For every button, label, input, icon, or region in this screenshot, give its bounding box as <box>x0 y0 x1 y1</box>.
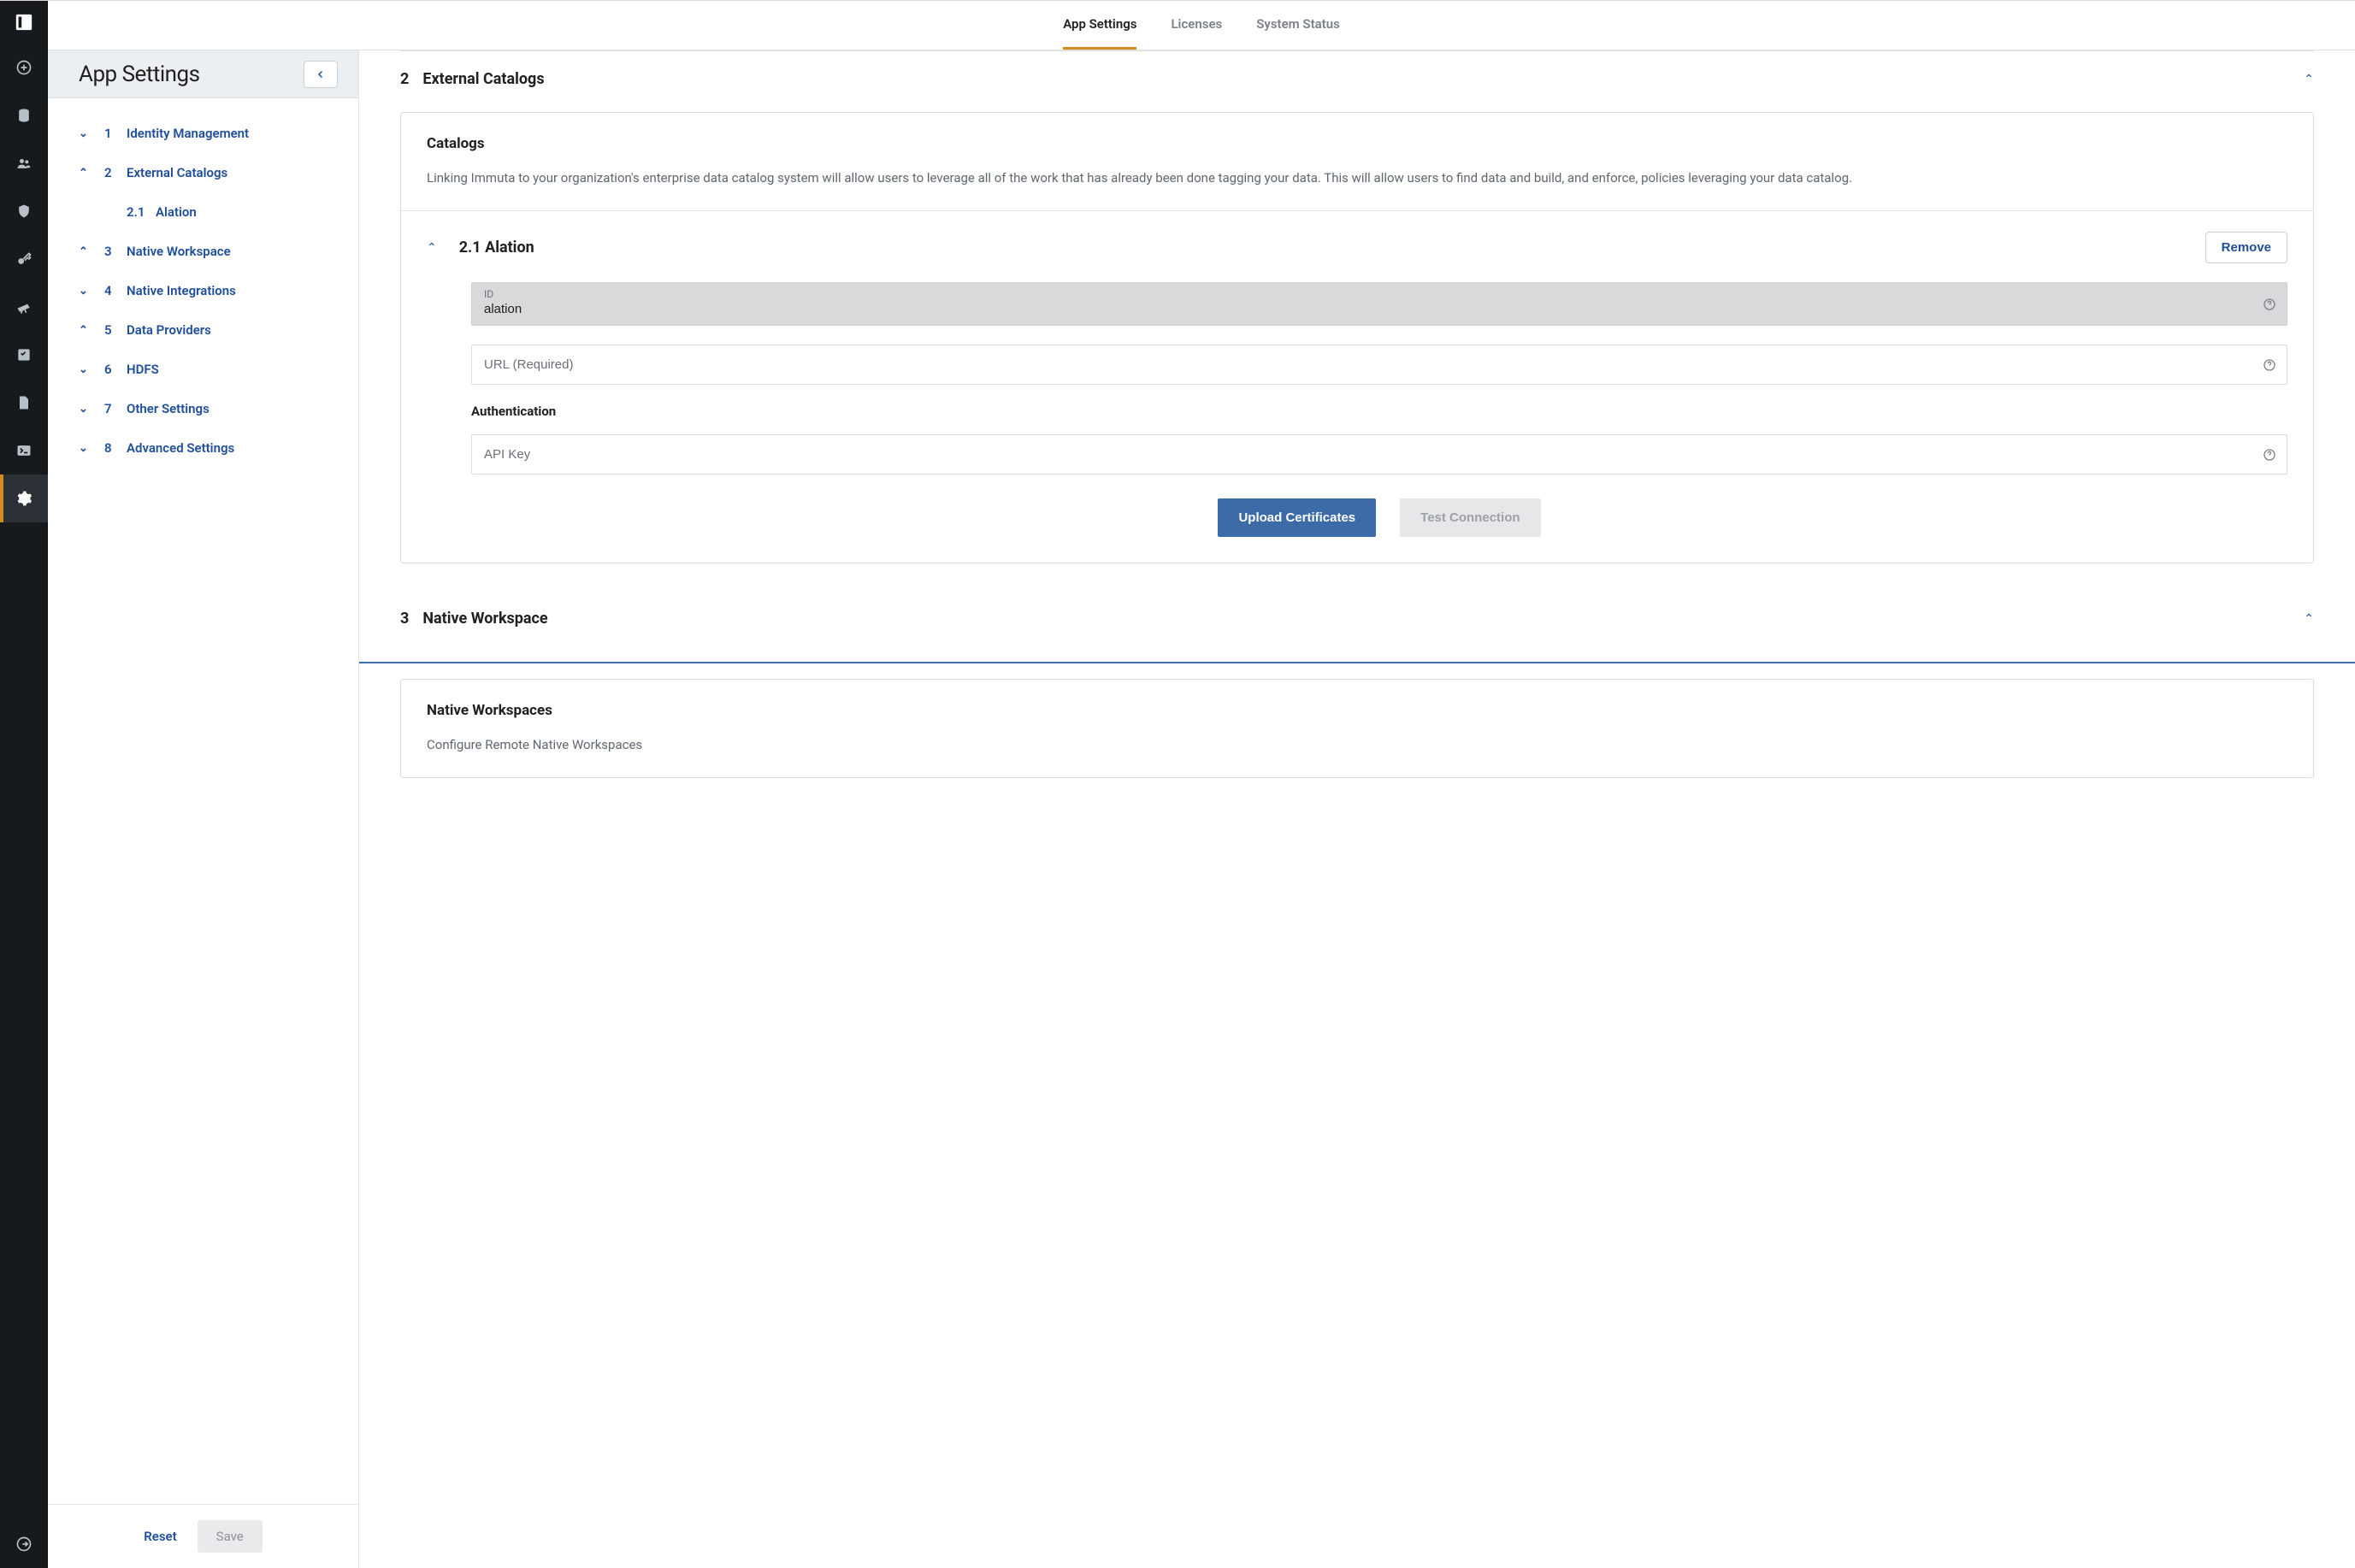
sidebar-item-num: 5 <box>104 322 127 338</box>
rail-database-icon[interactable] <box>0 91 48 139</box>
sidebar-item-external-catalogs[interactable]: ⌃ 2 External Catalogs <box>48 153 358 192</box>
upload-certificates-button[interactable]: Upload Certificates <box>1218 498 1376 537</box>
authentication-heading: Authentication <box>471 404 2287 419</box>
native-workspace-title: Native Workspaces <box>427 702 2287 719</box>
sidebar-item-num: 2.1 <box>127 204 156 220</box>
rail-add-icon[interactable] <box>0 44 48 91</box>
chevron-up-icon: ⌃ <box>2304 612 2314 626</box>
rail-logout-icon[interactable] <box>0 1520 48 1568</box>
catalogs-card: Catalogs Linking Immuta to your organiza… <box>400 112 2314 563</box>
rail-file-icon[interactable] <box>0 379 48 427</box>
section-external-catalogs[interactable]: 2 External Catalogs ⌃ <box>359 51 2355 97</box>
sidebar-item-num: 8 <box>104 440 127 456</box>
chevron-up-icon: ⌃ <box>79 324 104 337</box>
sidebar-item-label: HDFS <box>127 362 159 377</box>
sidebar-item-label: Other Settings <box>127 401 210 416</box>
settings-body: 2 External Catalogs ⌃ Catalogs Linking I… <box>359 50 2355 1568</box>
rail-checklist-icon[interactable] <box>0 331 48 379</box>
sidebar-item-label: Identity Management <box>127 126 249 141</box>
brand-logo <box>0 1 48 44</box>
rail-key-icon[interactable] <box>0 235 48 283</box>
id-input <box>472 283 2287 325</box>
sidebar-item-num: 7 <box>104 401 127 416</box>
sidebar-item-label: External Catalogs <box>127 165 227 180</box>
sidebar-item-label: Native Integrations <box>127 283 236 298</box>
url-field <box>471 345 2287 385</box>
rail-telescope-icon[interactable] <box>0 283 48 331</box>
section-num: 2 <box>400 70 409 88</box>
id-field-label: ID <box>484 288 493 300</box>
chevron-down-icon: ⌄ <box>79 285 104 298</box>
sidebar-item-native-workspace[interactable]: ⌃ 3 Native Workspace <box>48 232 358 271</box>
sidebar-subitem-alation[interactable]: 2.1 Alation <box>48 192 358 232</box>
sidebar-item-other-settings[interactable]: ⌄ 7 Other Settings <box>48 389 358 428</box>
help-icon[interactable] <box>2263 358 2276 372</box>
section-name: Native Workspace <box>422 610 547 628</box>
api-key-field <box>471 434 2287 475</box>
sidebar-item-native-integrations[interactable]: ⌄ 4 Native Integrations <box>48 271 358 310</box>
left-nav-rail <box>0 1 48 1568</box>
native-workspace-card: Native Workspaces Configure Remote Nativ… <box>400 679 2314 778</box>
id-field: ID <box>471 282 2287 326</box>
chevron-up-icon: ⌃ <box>79 245 104 258</box>
alation-name: Alation <box>485 239 534 256</box>
section-native-workspace[interactable]: 3 Native Workspace ⌃ <box>359 579 2355 636</box>
tab-app-settings[interactable]: App Settings <box>1063 1 1136 50</box>
sidebar-item-advanced-settings[interactable]: ⌄ 8 Advanced Settings <box>48 428 358 468</box>
tab-system-status[interactable]: System Status <box>1256 1 1340 50</box>
api-key-input[interactable] <box>472 435 2287 474</box>
reset-button[interactable]: Reset <box>144 1529 176 1544</box>
top-tabs: App Settings Licenses System Status <box>48 1 2355 50</box>
sidebar-item-data-providers[interactable]: ⌃ 5 Data Providers <box>48 310 358 350</box>
settings-sidebar: App Settings ⌄ 1 Identity Management ⌃ 2… <box>48 50 359 1568</box>
sidebar-item-num: 4 <box>104 283 127 298</box>
url-input[interactable] <box>472 345 2287 384</box>
alation-num: 2.1 <box>459 239 481 256</box>
tab-licenses[interactable]: Licenses <box>1171 1 1222 50</box>
test-connection-button: Test Connection <box>1400 498 1540 537</box>
sidebar-item-num: 3 <box>104 244 127 259</box>
remove-button[interactable]: Remove <box>2205 232 2287 263</box>
save-button: Save <box>198 1520 263 1553</box>
sidebar-item-label: Advanced Settings <box>127 440 234 456</box>
catalogs-card-desc: Linking Immuta to your organization's en… <box>427 168 2287 188</box>
sidebar-item-label: Data Providers <box>127 322 211 338</box>
sidebar-item-num: 1 <box>104 126 127 141</box>
help-icon[interactable] <box>2263 298 2276 311</box>
rail-settings-icon[interactable] <box>0 475 48 522</box>
catalogs-card-title: Catalogs <box>427 135 2287 152</box>
help-icon[interactable] <box>2263 448 2276 462</box>
chevron-up-icon: ⌃ <box>2304 73 2314 86</box>
chevron-down-icon: ⌄ <box>79 363 104 376</box>
section-name: External Catalogs <box>422 70 544 88</box>
sidebar-item-num: 6 <box>104 362 127 377</box>
chevron-down-icon: ⌄ <box>79 442 104 455</box>
chevron-down-icon: ⌄ <box>79 403 104 416</box>
sidebar-collapse-button[interactable] <box>304 61 338 88</box>
sidebar-item-label: Native Workspace <box>127 244 231 259</box>
sidebar-item-hdfs[interactable]: ⌄ 6 HDFS <box>48 350 358 389</box>
sidebar-item-identity-management[interactable]: ⌄ 1 Identity Management <box>48 114 358 153</box>
native-workspace-desc: Configure Remote Native Workspaces <box>427 734 2287 755</box>
sidebar-title: App Settings <box>79 62 200 87</box>
sidebar-item-num: 2 <box>104 165 127 180</box>
chevron-up-icon[interactable]: ⌃ <box>427 241 437 255</box>
rail-terminal-icon[interactable] <box>0 427 48 475</box>
chevron-up-icon: ⌃ <box>79 167 104 180</box>
chevron-down-icon: ⌄ <box>79 127 104 140</box>
rail-shield-icon[interactable] <box>0 187 48 235</box>
section-num: 3 <box>400 610 409 628</box>
sidebar-item-label: Alation <box>156 204 197 220</box>
alation-subsection: ⌃ 2.1 Alation Remove ID <box>401 210 2313 563</box>
rail-users-icon[interactable] <box>0 139 48 187</box>
